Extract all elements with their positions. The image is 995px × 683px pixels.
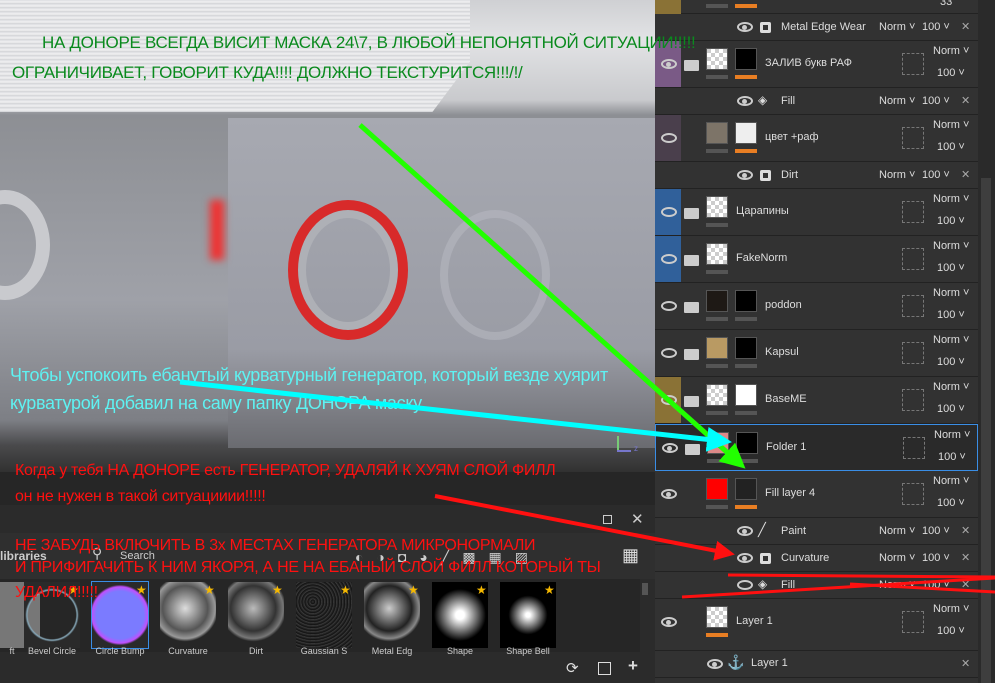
cyan-arrow: [179, 379, 732, 452]
annotation-arrows: [179, 123, 995, 599]
strike-line-1: [727, 573, 995, 579]
strike-line-3: [849, 582, 995, 594]
green-arrow: [358, 123, 746, 469]
red-arrow: [434, 494, 735, 561]
strike-line-2: [681, 576, 995, 599]
